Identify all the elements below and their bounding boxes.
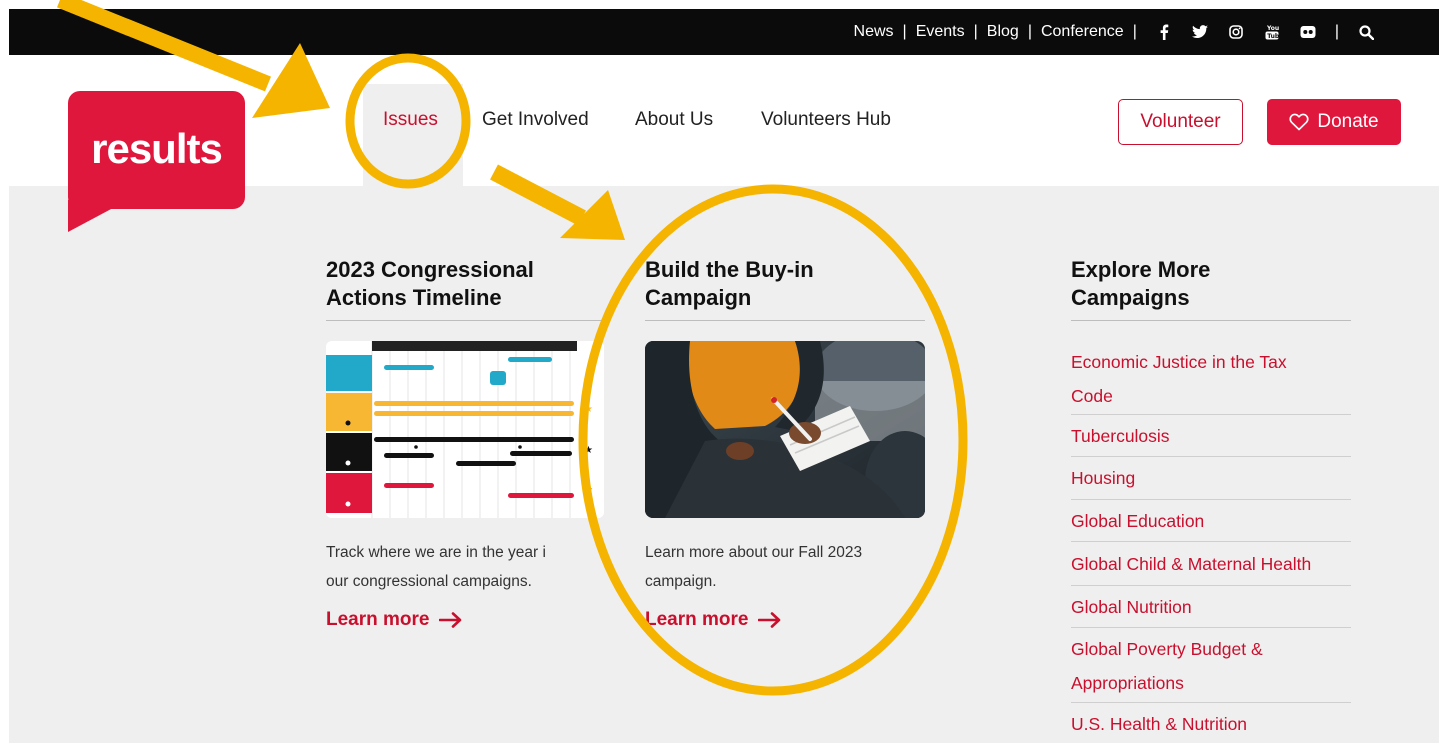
learn-more-label: Learn more xyxy=(645,609,749,630)
nav-about-us[interactable]: About Us xyxy=(635,109,713,131)
explore-link-line2: Appropriations xyxy=(1071,673,1184,693)
timeline-desc-line1: Track where we are in the year i xyxy=(326,544,546,561)
buyin-description: Learn more about our Fall 2023 campaign. xyxy=(645,538,862,596)
learn-more-label: Learn more xyxy=(326,609,430,630)
volunteer-button[interactable]: Volunteer xyxy=(1118,99,1243,145)
facebook-icon[interactable] xyxy=(1156,24,1172,40)
divider xyxy=(1071,414,1351,415)
instagram-icon[interactable] xyxy=(1228,24,1244,40)
timeline-title-line1: 2023 Congressional xyxy=(326,257,534,282)
buyin-desc-line2: campaign. xyxy=(645,573,717,590)
buyin-title-line2: Campaign xyxy=(645,285,752,310)
divider xyxy=(1071,499,1351,500)
svg-text:Tube: Tube xyxy=(1267,33,1279,40)
buyin-learn-more-link[interactable]: Learn more xyxy=(645,609,782,631)
separator: | xyxy=(1132,23,1137,40)
flickr-icon[interactable] xyxy=(1300,24,1316,40)
explore-link-tuberculosis[interactable]: Tuberculosis xyxy=(1071,419,1351,453)
explore-title-line2: Campaigns xyxy=(1071,285,1190,310)
explore-link-line2: Code xyxy=(1071,386,1113,406)
blog-link[interactable]: Blog xyxy=(987,23,1019,41)
divider xyxy=(1071,456,1351,457)
divider xyxy=(645,320,925,321)
nav-issues[interactable]: Issues xyxy=(383,109,438,131)
conference-link[interactable]: Conference xyxy=(1041,23,1124,41)
donate-label: Donate xyxy=(1317,111,1379,132)
buyin-title-line1: Build the Buy-in xyxy=(645,257,814,282)
heart-icon xyxy=(1289,113,1309,131)
separator: | xyxy=(902,23,907,40)
explore-link-poverty-budget[interactable]: Global Poverty Budget & Appropriations xyxy=(1071,632,1351,700)
timeline-image[interactable]: ★ ★ ★ xyxy=(326,341,604,518)
search-icon[interactable] xyxy=(1358,24,1374,40)
utility-bar: News | Events | Blog | Conference | You T… xyxy=(9,9,1439,55)
arrow-right-icon xyxy=(439,612,462,628)
twitter-icon[interactable] xyxy=(1191,24,1208,40)
explore-link-us-health-nutrition[interactable]: U.S. Health & Nutrition xyxy=(1071,707,1351,741)
results-logo[interactable]: results xyxy=(68,91,245,209)
divider xyxy=(326,320,606,321)
timeline-title: 2023 Congressional Actions Timeline xyxy=(326,256,534,312)
timeline-description: Track where we are in the year i our con… xyxy=(326,538,546,596)
separator: | xyxy=(1027,23,1032,40)
timeline-desc-line2: our congressional campaigns. xyxy=(326,573,532,590)
timeline-title-line2: Actions Timeline xyxy=(326,285,502,310)
news-link[interactable]: News xyxy=(854,23,894,41)
buyin-desc-line1: Learn more about our Fall 2023 xyxy=(645,544,863,561)
separator: | xyxy=(973,23,978,40)
svg-text:★: ★ xyxy=(584,445,593,456)
svg-text:★: ★ xyxy=(584,485,593,496)
events-link[interactable]: Events xyxy=(916,23,965,41)
explore-link-economic-justice[interactable]: Economic Justice in the Tax Code xyxy=(1071,345,1351,413)
explore-link-global-nutrition[interactable]: Global Nutrition xyxy=(1071,590,1351,624)
explore-link-line1: Global Poverty Budget & xyxy=(1071,639,1263,659)
explore-link-global-education[interactable]: Global Education xyxy=(1071,504,1351,538)
buyin-title: Build the Buy-in Campaign xyxy=(645,256,814,312)
arrow-right-icon xyxy=(758,612,781,628)
utility-links: News | Events | Blog | Conference | You T… xyxy=(854,9,1384,55)
explore-title-line1: Explore More xyxy=(1071,257,1211,282)
logo-text: results xyxy=(91,125,223,172)
svg-text:You: You xyxy=(1266,25,1279,32)
divider xyxy=(1071,541,1351,542)
explore-link-housing[interactable]: Housing xyxy=(1071,461,1351,495)
donate-button[interactable]: Donate xyxy=(1267,99,1401,145)
nav-volunteers-hub[interactable]: Volunteers Hub xyxy=(761,109,891,131)
divider xyxy=(1071,585,1351,586)
explore-link-line1: Economic Justice in the Tax xyxy=(1071,352,1287,372)
timeline-learn-more-link[interactable]: Learn more xyxy=(326,609,463,631)
explore-link-child-maternal-health[interactable]: Global Child & Maternal Health xyxy=(1071,547,1351,581)
campaign-photo[interactable] xyxy=(645,341,925,518)
nav-get-involved[interactable]: Get Involved xyxy=(482,109,589,131)
youtube-icon[interactable]: YouTube xyxy=(1264,24,1280,40)
divider xyxy=(1071,320,1351,321)
divider xyxy=(1071,702,1351,703)
divider xyxy=(1071,627,1351,628)
explore-title: Explore More Campaigns xyxy=(1071,256,1210,312)
active-tab-highlight xyxy=(363,84,463,186)
svg-text:★: ★ xyxy=(584,404,593,415)
separator: | xyxy=(1334,23,1339,40)
